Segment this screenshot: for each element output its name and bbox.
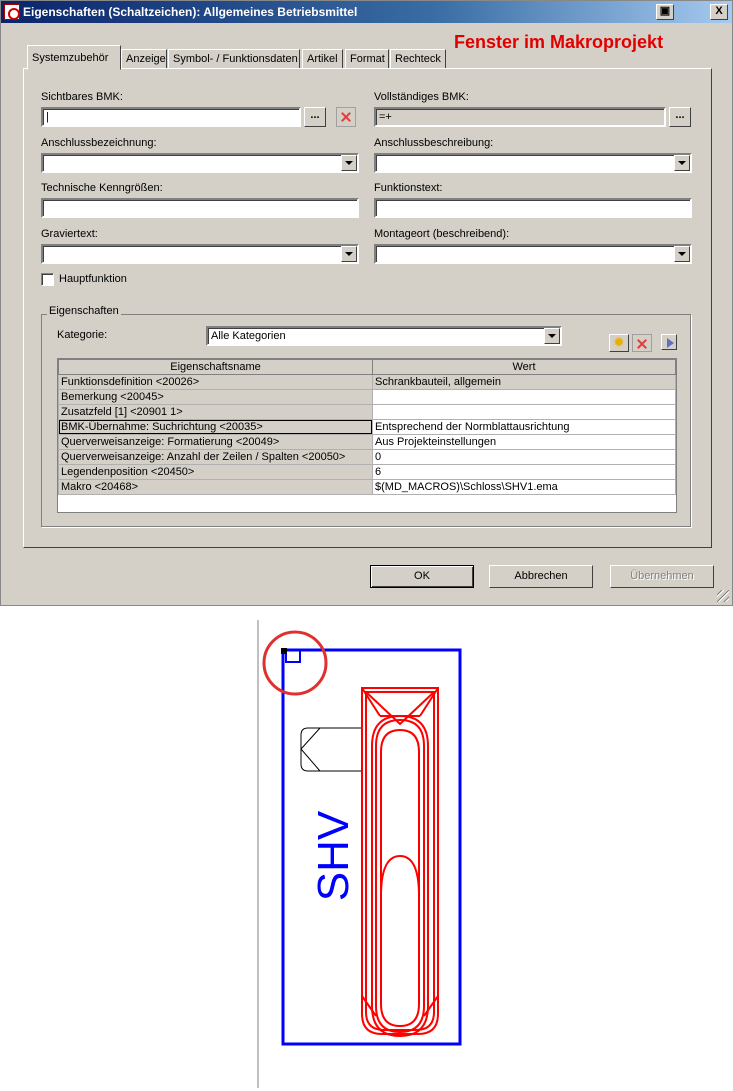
table-row[interactable]: Querverweisanzeige: Anzahl der Zeilen / … (58, 449, 676, 465)
origin-marker (285, 650, 301, 663)
property-name: Makro <20468> (58, 479, 373, 495)
property-name: Querverweisanzeige: Formatierung <20049> (58, 434, 373, 450)
kategorie-combo[interactable]: Alle Kategorien (206, 326, 562, 346)
anschlussbezeichnung-combo[interactable] (41, 153, 359, 173)
property-value[interactable]: 6 (372, 464, 676, 480)
tab-anzeige[interactable]: Anzeige (121, 49, 167, 69)
properties-table: Eigenschaftsname Wert Funktionsdefinitio… (57, 358, 677, 513)
delete-property-icon[interactable] (632, 334, 652, 352)
property-value[interactable]: Aus Projekteinstellungen (372, 434, 676, 450)
title-bar: Eigenschaften (Schaltzeichen): Allgemein… (1, 1, 732, 23)
anschlussbezeichnung-label: Anschlussbezeichnung: (41, 137, 157, 149)
property-name: Zusatzfeld [1] <20901 1> (58, 404, 373, 420)
chevron-down-icon[interactable] (341, 246, 357, 262)
vollstaendiges-bmk-field: =+ (374, 107, 666, 127)
kategorie-label: Kategorie: (57, 329, 108, 341)
property-name: Bemerkung <20045> (58, 389, 373, 405)
pin-button[interactable]: ▣ (656, 4, 674, 20)
macro-drawing: SHV (257, 620, 462, 1088)
close-button[interactable]: X (710, 4, 728, 20)
property-name: Funktionsdefinition <20026> (58, 374, 373, 390)
property-value[interactable] (372, 389, 676, 405)
property-value[interactable]: 0 (372, 449, 676, 465)
technische-kenngroessen-label: Technische Kenngrößen: (41, 182, 163, 194)
vollstaendiges-bmk-browse-button[interactable]: ... (669, 107, 691, 127)
hauptfunktion-label: Hauptfunktion (59, 273, 127, 285)
graviertext-label: Graviertext: (41, 228, 98, 240)
kategorie-value: Alle Kategorien (211, 330, 286, 342)
handle-tab (300, 727, 362, 772)
table-row[interactable]: BMK-Übernahme: Suchrichtung <20035> Ents… (58, 419, 676, 435)
sichtbares-bmk-browse-button[interactable]: ... (304, 107, 326, 127)
property-value[interactable]: Schrankbauteil, allgemein (372, 374, 676, 390)
property-value[interactable] (372, 404, 676, 420)
property-name: BMK-Übernahme: Suchrichtung <20035> (58, 419, 373, 435)
table-row[interactable]: Zusatzfeld [1] <20901 1> (58, 404, 676, 420)
chevron-down-icon[interactable] (341, 155, 357, 171)
hauptfunktion-checkbox[interactable] (41, 273, 54, 286)
table-row[interactable]: Querverweisanzeige: Formatierung <20049>… (58, 434, 676, 450)
property-value[interactable]: Entsprechend der Normblattausrichtung (372, 419, 676, 435)
resize-grip-icon[interactable] (717, 590, 729, 602)
funktionstext-label: Funktionstext: (374, 182, 443, 194)
play-icon[interactable] (661, 334, 677, 350)
new-property-icon[interactable] (609, 334, 629, 352)
table-row[interactable]: Bemerkung <20045> (58, 389, 676, 405)
cancel-button[interactable]: Abbrechen (489, 565, 593, 588)
device-label: SHV (309, 810, 358, 901)
tab-format[interactable]: Format (345, 49, 389, 69)
graviertext-combo[interactable] (41, 244, 359, 264)
tab-systemzubehoer[interactable]: Systemzubehör (27, 45, 121, 70)
anschlussbeschreibung-combo[interactable] (374, 153, 692, 173)
tab-symbol-funktionsdaten[interactable]: Symbol- / Funktionsdaten (168, 49, 300, 69)
chevron-down-icon[interactable] (674, 155, 690, 171)
table-row[interactable]: Funktionsdefinition <20026> Schrankbaute… (58, 374, 676, 390)
column-header-value[interactable]: Wert (372, 359, 676, 375)
table-row[interactable]: Makro <20468> $(MD_MACROS)\Schloss\SHV1.… (58, 479, 676, 495)
anschlussbeschreibung-label: Anschlussbeschreibung: (374, 137, 494, 149)
montageort-combo[interactable] (374, 244, 692, 264)
column-header-name[interactable]: Eigenschaftsname (58, 359, 373, 375)
table-row[interactable]: Legendenposition <20450> 6 (58, 464, 676, 480)
sichtbares-bmk-label: Sichtbares BMK: (41, 91, 123, 103)
montageort-label: Montageort (beschreibend): (374, 228, 510, 240)
insertion-point-icon (281, 648, 287, 654)
tab-rechteck[interactable]: Rechteck (390, 49, 446, 69)
window-title: Eigenschaften (Schaltzeichen): Allgemein… (23, 5, 358, 19)
technische-kenngroessen-input[interactable] (41, 198, 359, 218)
delete-bmk-icon[interactable] (336, 107, 356, 127)
vollstaendiges-bmk-label: Vollständiges BMK: (374, 91, 469, 103)
app-icon (4, 4, 20, 20)
apply-button[interactable]: Übernehmen (610, 565, 714, 588)
handle-tab-chevron (300, 727, 321, 772)
property-value[interactable]: $(MD_MACROS)\Schloss\SHV1.ema (372, 479, 676, 495)
properties-group-title: Eigenschaften (47, 305, 121, 317)
chevron-down-icon[interactable] (674, 246, 690, 262)
property-name: Legendenposition <20450> (58, 464, 373, 480)
lock-symbol (361, 687, 439, 1038)
sichtbares-bmk-input[interactable]: | (41, 107, 301, 127)
tab-artikel[interactable]: Artikel (302, 49, 343, 69)
properties-dialog: Eigenschaften (Schaltzeichen): Allgemein… (0, 0, 733, 606)
funktionstext-input[interactable] (374, 198, 692, 218)
property-name: Querverweisanzeige: Anzahl der Zeilen / … (58, 449, 373, 465)
ok-button[interactable]: OK (370, 565, 474, 588)
drawing-canvas: SHV (0, 606, 733, 1088)
chevron-down-icon[interactable] (544, 328, 560, 344)
macro-project-annotation: Fenster im Makroprojekt (454, 32, 664, 52)
